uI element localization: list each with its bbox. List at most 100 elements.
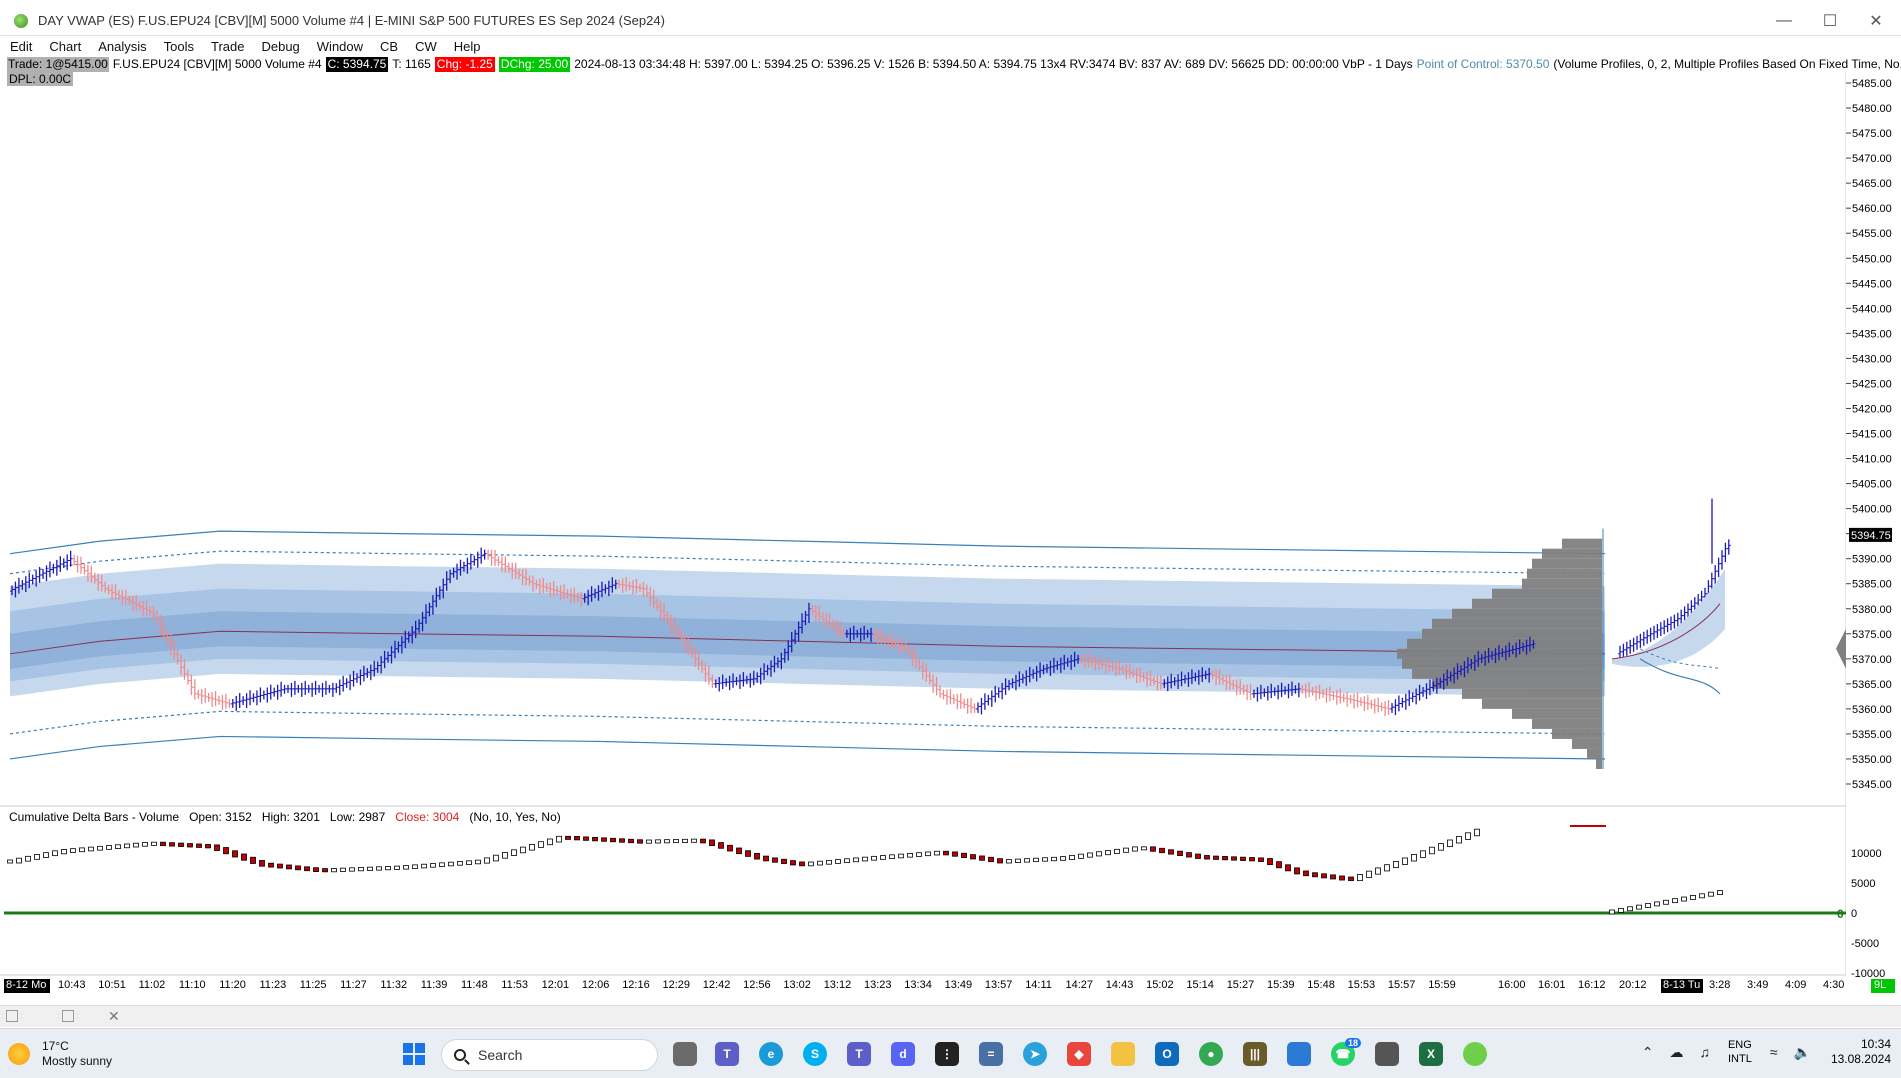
volume-profile-bar xyxy=(1452,608,1602,619)
time-axis-label: 15:02 xyxy=(1146,979,1174,991)
time-axis-label: 13:02 xyxy=(783,979,811,991)
delta-bar-down xyxy=(718,842,724,849)
delta-bar-up xyxy=(1438,843,1444,851)
globe-app-icon[interactable] xyxy=(1463,1042,1487,1066)
search-icon xyxy=(454,1049,466,1061)
edge-icon[interactable]: e xyxy=(759,1042,783,1066)
clock-date: 13.08.2024 xyxy=(1830,1052,1891,1066)
delta-bar-down xyxy=(961,852,967,858)
chrome-icon[interactable]: ● xyxy=(1199,1042,1223,1066)
delta-bar-up xyxy=(475,859,481,865)
delta-bar-up xyxy=(448,861,454,867)
sierra-chart-icon[interactable]: ||| xyxy=(1243,1042,1267,1066)
language-indicator[interactable]: ENG INTL xyxy=(1728,1038,1752,1066)
end-tag-label: 9L xyxy=(1874,979,1886,991)
whatsapp-icon[interactable]: ☎ 18 xyxy=(1331,1038,1361,1066)
teams-icon[interactable]: T xyxy=(715,1042,739,1066)
clock[interactable]: 10:34 13.08.2024 xyxy=(1831,1037,1891,1067)
taskbar-search[interactable]: Search xyxy=(441,1039,658,1071)
anydesk-icon[interactable]: ◆ xyxy=(1067,1042,1091,1066)
excel-icon[interactable]: X xyxy=(1419,1042,1443,1066)
microphone-icon[interactable]: ♫ xyxy=(1699,1044,1710,1060)
time-axis-label: 12:56 xyxy=(743,979,771,991)
delta-bar-up xyxy=(52,850,58,857)
delta-bar-up xyxy=(556,835,562,843)
start-button[interactable] xyxy=(403,1043,425,1065)
telegram-icon[interactable]: ➤ xyxy=(1023,1042,1047,1066)
delta-bar-down xyxy=(259,860,265,867)
restore-icon[interactable] xyxy=(62,1010,74,1022)
price-axis-label: 5455.00 xyxy=(1852,228,1892,240)
price-axis-label: 5355.00 xyxy=(1852,729,1892,741)
delta-bar-down xyxy=(601,837,607,842)
time-axis-label: 12:42 xyxy=(703,979,731,991)
delta-bar-up xyxy=(61,849,67,855)
time-axis-label: 13:12 xyxy=(824,979,852,991)
delta-bar-up xyxy=(1429,846,1435,855)
skype-icon[interactable]: S xyxy=(803,1042,827,1066)
speaker-icon[interactable]: 🔈 xyxy=(1794,1044,1811,1061)
price-axis-label: 5480.00 xyxy=(1852,103,1892,115)
chevron-up-icon[interactable]: ⌃ xyxy=(1642,1044,1654,1061)
delta-bar-down xyxy=(736,847,742,855)
time-axis-label: 11:23 xyxy=(260,979,287,991)
delta-high: High: 3201 xyxy=(261,810,320,824)
delta-bar-down xyxy=(1267,858,1273,866)
time-axis-label: 12:16 xyxy=(622,979,650,991)
delta-bar-up xyxy=(394,865,400,870)
delta-bar-up xyxy=(376,866,382,871)
price-axis-label: 5475.00 xyxy=(1852,128,1892,140)
volume-profile-bar xyxy=(1532,718,1602,729)
tab-close-icon[interactable]: ✕ xyxy=(108,1008,120,1025)
price-axis-label: 5485.00 xyxy=(1852,78,1892,90)
delta-bar-up xyxy=(808,861,814,867)
point-of-control: Point of Control: 5370.50 xyxy=(1416,57,1550,71)
delta-bar-up xyxy=(1051,856,1057,862)
delta-bar-down xyxy=(979,855,985,861)
price-axis-label: 5400.00 xyxy=(1852,504,1892,516)
calculator-icon[interactable]: = xyxy=(979,1042,1003,1066)
delta-bar-up xyxy=(484,857,490,864)
outlook-icon[interactable]: O xyxy=(1155,1042,1179,1066)
delta-bar-up xyxy=(1627,906,1633,912)
time-axis-label: 3:49 xyxy=(1747,979,1768,991)
wifi-icon[interactable]: ≈ xyxy=(1770,1044,1778,1060)
time-axis-label: 10:51 xyxy=(98,979,126,991)
delta-bar-down xyxy=(1258,857,1264,862)
weather-widget[interactable]: 17°C Mostly sunny xyxy=(8,1039,112,1069)
discord-icon[interactable]: d xyxy=(891,1042,915,1066)
time-axis-label: 13:49 xyxy=(945,979,973,991)
delta-bar-down xyxy=(1321,873,1327,879)
task-view-icon[interactable] xyxy=(673,1042,697,1066)
delta-bar-up xyxy=(16,857,22,864)
delta-bar-down xyxy=(763,855,769,862)
time-axis-label: 14:27 xyxy=(1066,979,1094,991)
tile-icon[interactable] xyxy=(6,1010,18,1022)
delta-bar-up xyxy=(925,851,931,857)
delta-bar-up xyxy=(502,852,508,859)
delta-bar-up xyxy=(835,859,841,864)
file-explorer-icon[interactable] xyxy=(1111,1042,1135,1066)
price-axis-label: 5380.00 xyxy=(1852,604,1892,616)
cloud-icon[interactable]: ☁ xyxy=(1669,1044,1683,1061)
delta-bar-down xyxy=(1249,857,1255,862)
teams-new-icon[interactable]: T xyxy=(847,1042,871,1066)
delta-bar-up xyxy=(331,868,337,873)
temperature: 17°C xyxy=(42,1039,69,1053)
search-placeholder: Search xyxy=(478,1047,523,1063)
delta-low: Low: 2987 xyxy=(329,810,386,824)
volume-profile-bar xyxy=(1572,738,1602,749)
app-dots-icon[interactable]: ⋮ xyxy=(935,1042,959,1066)
snipping-tool-icon[interactable] xyxy=(1375,1042,1399,1066)
delta-bar-down xyxy=(1240,856,1246,861)
delta-bar-up xyxy=(1420,850,1426,858)
store-icon[interactable] xyxy=(1287,1042,1311,1066)
delta-bar-up xyxy=(1015,858,1021,863)
close-label: C: 5394.75 xyxy=(325,57,389,72)
delta-bar-down xyxy=(1177,850,1183,856)
delta-bar-down xyxy=(1195,853,1201,859)
delta-bar-up xyxy=(511,849,517,856)
volume-profile-bar xyxy=(1422,628,1602,639)
chart-canvas[interactable]: 5485.00 5480.00 5475.00 5470.00 5465.00 5460.… xyxy=(0,0,1901,1005)
delta-bar-up xyxy=(1096,851,1102,857)
